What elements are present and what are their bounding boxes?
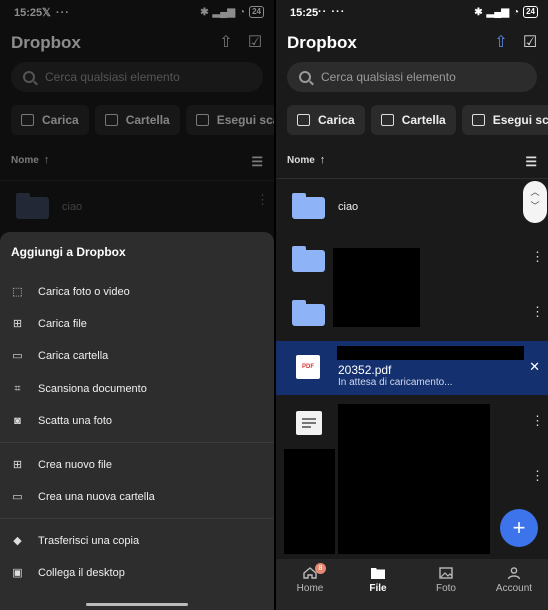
- menu-upload-file[interactable]: ⊞ Carica file: [11, 313, 274, 335]
- upload-chip[interactable]: Carica: [287, 105, 365, 135]
- cancel-upload-icon[interactable]: ✕: [529, 359, 540, 375]
- status-bar: 15:25 ·· ··· ✱ ▂▄▆ ◔ 24: [276, 0, 548, 26]
- folder-icon: [292, 246, 325, 272]
- scan-chip[interactable]: Esegui scansione: [461, 105, 548, 135]
- scan-chip-label: Esegui scansione: [492, 113, 548, 127]
- select-icon[interactable]: ☑: [520, 33, 540, 53]
- view-options-icon[interactable]: ☰: [525, 154, 537, 170]
- menu-label: Scatta una foto: [38, 415, 112, 427]
- menu-link-desktop[interactable]: ▣ Collega il desktop: [11, 562, 274, 584]
- nav-label: Account: [495, 583, 533, 594]
- sort-arrow-icon: ↑: [319, 154, 326, 166]
- gesture-bar: [86, 603, 188, 606]
- file-upload-icon: ⊞: [12, 317, 23, 330]
- new-file-icon: ⊞: [12, 458, 23, 471]
- chevron-up-icon: ︿: [530, 187, 540, 197]
- menu-upload-photos[interactable]: ⬚ Carica foto o video: [11, 281, 274, 303]
- chevron-down-icon: ﹀: [530, 201, 540, 211]
- file-name[interactable]: ciao: [338, 201, 358, 213]
- nav-label: Home: [296, 583, 324, 594]
- menu-upload-folder[interactable]: ▭ Carica cartella: [11, 345, 274, 367]
- redacted-area: [338, 404, 490, 554]
- folder-upload-icon: ▭: [12, 349, 23, 362]
- nav-account[interactable]: Account: [480, 567, 548, 594]
- photo-upload-icon: ⬚: [12, 285, 23, 298]
- search-placeholder: Cerca qualsiasi elemento: [321, 70, 456, 84]
- status-icons: ✱ ▂▄▆ ◔ 24: [474, 6, 538, 18]
- sheet-title: Aggiungi a Dropbox: [11, 245, 126, 259]
- upload-chip-label: Carica: [318, 113, 355, 127]
- photo-icon: [439, 567, 453, 579]
- search-bar[interactable]: Cerca qualsiasi elemento: [287, 62, 537, 92]
- upload-filename: 20352.pdf: [338, 363, 392, 377]
- menu-scan-document[interactable]: ⌗ Scansiona documento: [11, 378, 274, 400]
- add-to-dropbox-sheet: Aggiungi a Dropbox ⬚ Carica foto o video …: [0, 232, 274, 610]
- sort-bar[interactable]: Nome ↑ ☰: [287, 154, 537, 172]
- menu-label: Carica foto o video: [38, 286, 130, 298]
- folder-icon: [292, 193, 325, 219]
- battery-icon: 24: [523, 6, 538, 18]
- quick-actions: Carica Cartella Esegui scansione: [287, 105, 548, 135]
- status-notifications: ·· ···: [318, 6, 346, 18]
- scan-icon: [471, 114, 485, 126]
- upload-row[interactable]: PDF 20352.pdf In attesa di caricamento..…: [276, 341, 548, 395]
- bluetooth-icon: ✱: [474, 6, 483, 18]
- upload-image-icon: [297, 114, 310, 126]
- fast-scroll-handle[interactable]: ︿ ﹀: [523, 181, 547, 223]
- menu-take-photo[interactable]: ◙ Scatta una foto: [11, 410, 274, 432]
- redacted-area: [333, 248, 420, 327]
- left-screen: 15:25 𝕏 ··· ✱ ▂▄▆ ◔ 24 Dropbox ⇧ ☑ Cerca…: [0, 0, 274, 610]
- sheet-divider: [0, 518, 274, 519]
- nav-label: File: [369, 583, 387, 594]
- search-icon: [299, 71, 311, 83]
- more-icon[interactable]: ⋮: [531, 414, 544, 427]
- app-bar: Dropbox ⇧ ☑: [276, 28, 548, 60]
- redacted-area: [284, 449, 335, 554]
- menu-create-file[interactable]: ⊞ Crea nuovo file: [11, 454, 274, 476]
- more-icon[interactable]: ⋮: [531, 469, 544, 482]
- pdf-file-icon: PDF: [296, 355, 320, 379]
- menu-label: Carica cartella: [38, 350, 109, 362]
- menu-transfer-copy[interactable]: ◆ Trasferisci una copia: [11, 530, 274, 552]
- desktop-icon: ▣: [12, 566, 23, 579]
- more-icon[interactable]: ⋮: [531, 305, 544, 318]
- nav-file[interactable]: File: [344, 567, 412, 594]
- nav-foto[interactable]: Foto: [412, 567, 480, 594]
- add-fab-button[interactable]: +: [500, 509, 538, 547]
- menu-label: Trasferisci una copia: [38, 535, 140, 547]
- menu-label: Crea una nuova cartella: [38, 491, 155, 503]
- camera-icon: ◙: [14, 414, 21, 427]
- folder-chip[interactable]: Cartella: [370, 105, 456, 135]
- menu-create-folder[interactable]: ▭ Crea una nuova cartella: [11, 486, 274, 508]
- more-icon[interactable]: ⋮: [531, 250, 544, 263]
- new-folder-icon: ▭: [12, 490, 23, 503]
- notification-badge: 8: [315, 563, 326, 574]
- transfer-icon: ◆: [13, 534, 22, 547]
- status-time: 15:25: [290, 7, 319, 19]
- folder-add-icon: [380, 114, 394, 126]
- wifi-icon: ◔: [513, 6, 520, 18]
- app-title: Dropbox: [287, 33, 357, 52]
- folder-chip-label: Cartella: [401, 113, 446, 127]
- folder-icon: [371, 568, 385, 579]
- account-icon: [507, 567, 521, 579]
- nav-label: Foto: [435, 583, 456, 594]
- redacted-area: [337, 346, 524, 360]
- menu-label: Collega il desktop: [38, 567, 125, 579]
- document-icon: [296, 411, 322, 435]
- right-screen: 15:25 ·· ··· ✱ ▂▄▆ ◔ 24 Dropbox ⇧ ☑ Cerc…: [276, 0, 548, 610]
- scan-document-icon: ⌗: [14, 382, 21, 395]
- menu-label: Crea nuovo file: [38, 459, 112, 471]
- upload-status: In attesa di caricamento...: [338, 377, 453, 388]
- sort-label: Nome: [287, 155, 315, 166]
- list-divider: [276, 178, 548, 179]
- nav-home[interactable]: 8 Home: [276, 563, 344, 594]
- sheet-divider: [0, 442, 274, 443]
- upload-icon[interactable]: ⇧: [491, 33, 511, 53]
- signal-icon: ▂▄▆: [486, 6, 510, 18]
- menu-label: Carica file: [38, 318, 87, 330]
- menu-label: Scansiona documento: [38, 383, 147, 395]
- bottom-navigation: 8 Home File Foto Account: [276, 559, 548, 610]
- folder-icon: [292, 300, 325, 326]
